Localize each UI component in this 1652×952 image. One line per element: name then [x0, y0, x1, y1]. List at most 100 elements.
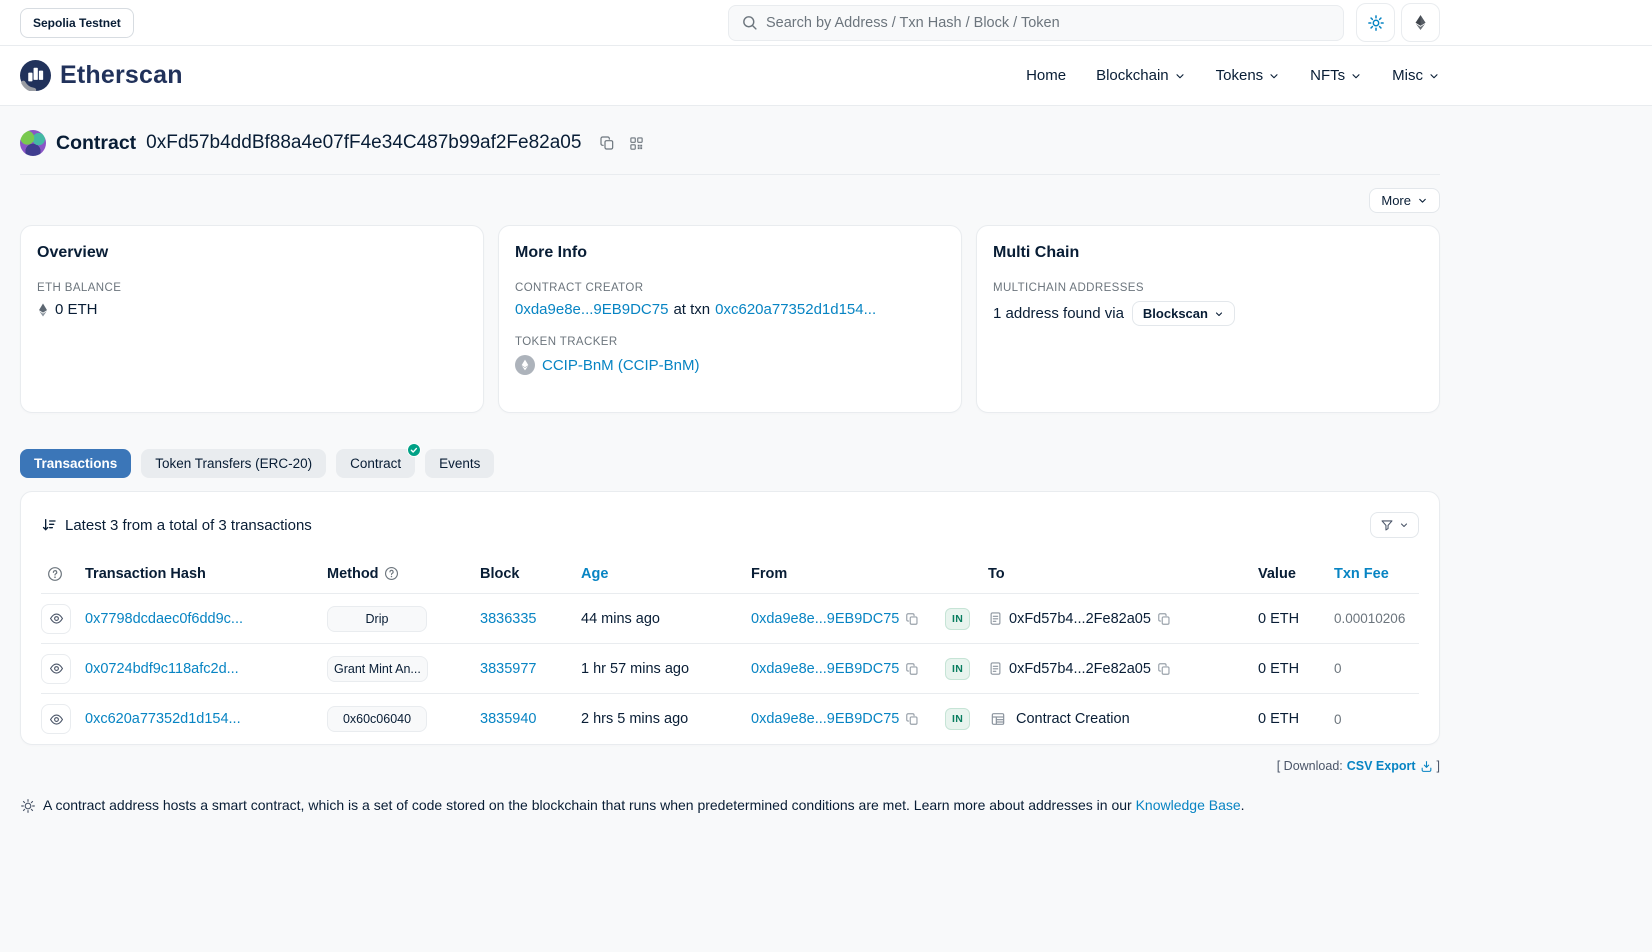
col-txn-fee-toggle[interactable]: Txn Fee	[1334, 566, 1419, 582]
block-link[interactable]: 3835940	[480, 711, 536, 727]
chevron-down-icon	[1399, 520, 1409, 530]
creator-address-link[interactable]: 0xda9e8e...9EB9DC75	[515, 301, 668, 318]
creation-txn-link[interactable]: 0xc620a77352d1d154...	[715, 301, 876, 318]
tx-hash-link[interactable]: 0x7798dcdaec0f6dd9c...	[85, 611, 243, 627]
help-icon[interactable]	[47, 566, 63, 582]
blockscan-dropdown[interactable]: Blockscan	[1132, 301, 1235, 326]
direction-badge: IN	[945, 658, 970, 680]
col-age-toggle[interactable]: Age	[581, 566, 751, 582]
filter-dropdown-button[interactable]	[1370, 512, 1419, 538]
copy-icon[interactable]	[1157, 612, 1171, 626]
eye-icon	[49, 712, 64, 727]
eye-icon	[49, 661, 64, 676]
page-title-row: Contract 0xFd57b4ddBf88a4e07fF4e34C487b9…	[20, 130, 1440, 156]
multichain-found-text: 1 address found via	[993, 305, 1124, 322]
title-divider	[20, 174, 1440, 175]
more-button[interactable]: More	[1369, 188, 1440, 213]
tx-hash-link[interactable]: 0xc620a77352d1d154...	[85, 711, 241, 727]
col-transaction-hash: Transaction Hash	[85, 566, 327, 582]
copy-address-button[interactable]	[599, 135, 615, 151]
preview-tx-button[interactable]	[41, 654, 71, 684]
site-header: Etherscan Home Blockchain Tokens NFTs Mi…	[0, 46, 1652, 106]
to-address[interactable]: 0xFd57b4...2Fe82a05	[1009, 661, 1151, 677]
token-icon	[515, 355, 535, 375]
download-icon	[1420, 760, 1433, 773]
contract-creator-label: CONTRACT CREATOR	[515, 282, 945, 294]
transactions-summary: Latest 3 from a total of 3 transactions	[65, 517, 312, 534]
search-input[interactable]	[766, 15, 1331, 31]
tx-value: 0 ETH	[1258, 711, 1334, 727]
nav-nfts[interactable]: NFTs	[1310, 67, 1362, 84]
direction-badge: IN	[945, 608, 970, 630]
to-address[interactable]: 0xFd57b4...2Fe82a05	[1009, 611, 1151, 627]
footnote: A contract address hosts a smart contrac…	[20, 797, 1440, 814]
tab-transactions[interactable]: Transactions	[20, 449, 131, 478]
eth-balance-value: 0 ETH	[55, 301, 98, 318]
token-tracker-label: TOKEN TRACKER	[515, 336, 945, 348]
token-tracker-link[interactable]: CCIP-BnM (CCIP-BnM)	[542, 357, 700, 374]
tab-events[interactable]: Events	[425, 449, 494, 478]
table-header-row: Transaction Hash Method Block Age From T…	[41, 554, 1419, 594]
sun-icon	[1367, 14, 1385, 32]
tab-contract[interactable]: Contract	[336, 449, 415, 478]
from-address-link[interactable]: 0xda9e8e...9EB9DC75	[751, 661, 899, 677]
tab-bar: Transactions Token Transfers (ERC-20) Co…	[20, 449, 1440, 478]
chevron-down-icon	[1350, 70, 1362, 82]
search-box[interactable]	[728, 5, 1344, 41]
more-info-card: More Info CONTRACT CREATOR 0xda9e8e...9E…	[498, 225, 962, 413]
tip-icon	[20, 798, 36, 814]
csv-export-link[interactable]: CSV Export	[1347, 759, 1433, 773]
copy-icon[interactable]	[905, 662, 919, 676]
copy-icon[interactable]	[1157, 662, 1171, 676]
from-address-link[interactable]: 0xda9e8e...9EB9DC75	[751, 711, 899, 727]
contract-address: 0xFd57b4ddBf88a4e07fF4e34C487b99af2Fe82a…	[146, 132, 581, 154]
more-info-title: More Info	[515, 244, 945, 262]
network-button[interactable]: Sepolia Testnet	[20, 8, 134, 38]
ethereum-icon	[1412, 14, 1429, 31]
contract-file-icon	[988, 611, 1003, 626]
download-prefix: [ Download:	[1277, 759, 1343, 773]
col-block: Block	[480, 566, 581, 582]
nav-tokens[interactable]: Tokens	[1216, 67, 1281, 84]
copy-icon[interactable]	[905, 612, 919, 626]
tx-value: 0 ETH	[1258, 611, 1334, 627]
tx-age: 44 mins ago	[581, 611, 751, 627]
nav-blockchain[interactable]: Blockchain	[1096, 67, 1186, 84]
col-method: Method	[327, 566, 379, 582]
preview-tx-button[interactable]	[41, 604, 71, 634]
tx-fee: 0.00010206	[1334, 611, 1419, 626]
nav-home[interactable]: Home	[1026, 67, 1066, 84]
tx-fee: 0	[1334, 661, 1419, 676]
to-contract-creation: Contract Creation	[1016, 711, 1130, 727]
nav-misc[interactable]: Misc	[1392, 67, 1440, 84]
block-link[interactable]: 3835977	[480, 661, 536, 677]
chevron-down-icon	[1428, 70, 1440, 82]
multichain-card: Multi Chain MULTICHAIN ADDRESSES 1 addre…	[976, 225, 1440, 413]
method-badge[interactable]: Drip	[327, 606, 427, 632]
tx-fee: 0	[1334, 712, 1419, 727]
verified-check-icon	[407, 443, 421, 457]
knowledge-base-link[interactable]: Knowledge Base	[1136, 797, 1241, 813]
direction-badge: IN	[945, 708, 970, 730]
chevron-down-icon	[1417, 195, 1428, 206]
etherscan-logo[interactable]: Etherscan	[20, 60, 183, 91]
network-switcher-button[interactable]	[1401, 3, 1440, 42]
help-icon[interactable]	[384, 566, 399, 581]
theme-toggle-button[interactable]	[1356, 3, 1395, 42]
sort-icon	[41, 517, 57, 533]
tx-value: 0 ETH	[1258, 661, 1334, 677]
copy-icon[interactable]	[905, 712, 919, 726]
col-value: Value	[1258, 566, 1334, 582]
transactions-panel: Latest 3 from a total of 3 transactions …	[20, 491, 1440, 745]
block-link[interactable]: 3836335	[480, 611, 536, 627]
search-icon	[741, 14, 758, 31]
method-badge[interactable]: Grant Mint An...	[327, 656, 428, 682]
qr-code-button[interactable]	[629, 136, 644, 151]
method-badge[interactable]: 0x60c06040	[327, 706, 427, 732]
tx-hash-link[interactable]: 0x0724bdf9c118afc2d...	[85, 661, 239, 677]
eth-balance-label: ETH BALANCE	[37, 282, 467, 294]
transaction-row: 0xc620a77352d1d154... 0x60c06040 3835940…	[41, 694, 1419, 744]
preview-tx-button[interactable]	[41, 704, 71, 734]
from-address-link[interactable]: 0xda9e8e...9EB9DC75	[751, 611, 899, 627]
tab-token-transfers[interactable]: Token Transfers (ERC-20)	[141, 449, 326, 478]
